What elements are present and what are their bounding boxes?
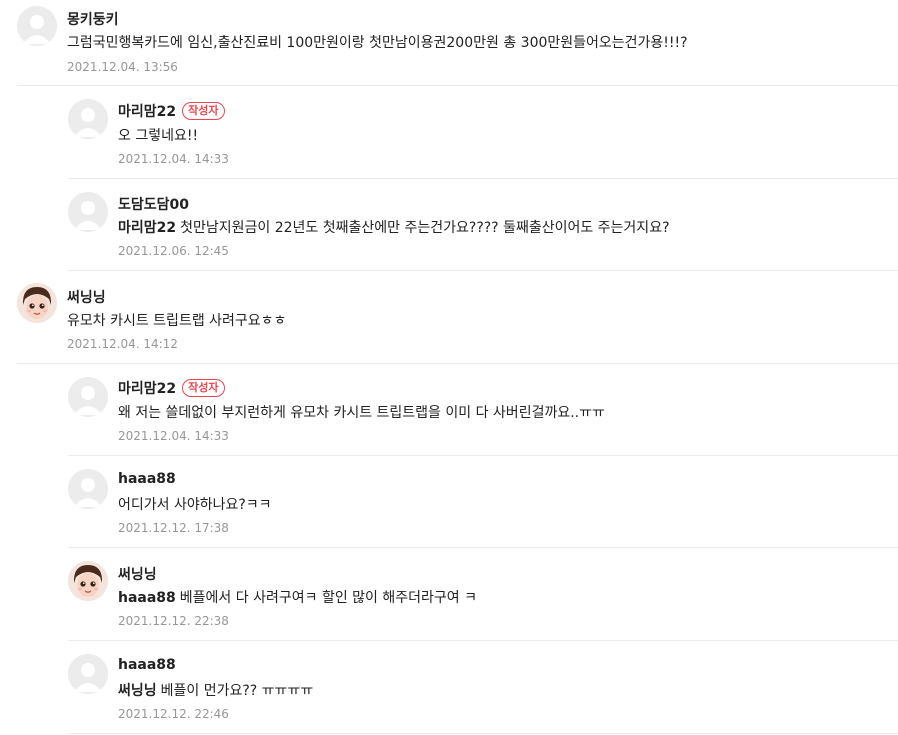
- mention[interactable]: haaa88: [118, 590, 176, 606]
- avatar[interactable]: [17, 283, 57, 323]
- comment-text: 왜 저는 쓸데없이 부지런하게 유모차 카시트 트립트랩을 이미 다 사버린걸까…: [118, 405, 605, 421]
- comment-author[interactable]: 몽키둥키: [67, 9, 119, 29]
- avatar[interactable]: [68, 377, 108, 417]
- author-badge: 작성자: [182, 379, 225, 397]
- avatar[interactable]: [68, 654, 108, 694]
- author-badge: 작성자: [182, 102, 225, 120]
- comment-text: 오 그렇네요!!: [118, 128, 199, 144]
- default-avatar-icon: [68, 654, 108, 694]
- comment-text: 어디가서 사야하나요?ㅋㅋ: [118, 497, 272, 513]
- default-avatar-icon: [68, 377, 108, 417]
- default-avatar-icon: [68, 192, 108, 232]
- divider: [68, 640, 898, 641]
- comment-author[interactable]: 마리맘22 작성자: [118, 378, 225, 398]
- default-avatar-icon: [17, 6, 57, 46]
- comment-author[interactable]: 도담도담00: [118, 194, 189, 214]
- avatar[interactable]: [68, 561, 108, 601]
- comment-text: haaa88 베플에서 다 사려구여ㅋ 할인 많이 해주더라구여 ㅋ: [118, 590, 477, 606]
- comment-date: 2021.12.12. 22:46: [118, 707, 229, 721]
- profile-photo-icon: [17, 283, 57, 323]
- comment-date: 2021.12.12. 22:38: [118, 614, 229, 628]
- comment-text: 마리맘22 첫만남지원금이 22년도 첫째출산에만 주는건가요???? 둘째출산이…: [118, 220, 670, 236]
- comment-date: 2021.12.04. 13:56: [67, 60, 178, 74]
- divider: [17, 363, 898, 364]
- default-avatar-icon: [68, 469, 108, 509]
- avatar[interactable]: [68, 99, 108, 139]
- comment-author[interactable]: 마리맘22 작성자: [118, 101, 225, 121]
- divider: [17, 85, 898, 86]
- comment-author[interactable]: haaa88: [118, 471, 176, 487]
- avatar[interactable]: [68, 469, 108, 509]
- avatar[interactable]: [17, 6, 57, 46]
- default-avatar-icon: [68, 99, 108, 139]
- comment-date: 2021.12.04. 14:33: [118, 152, 229, 166]
- divider: [68, 455, 898, 456]
- comment-text: 그럼국민행복카드에 임신,출산진료비 100만원이랑 첫만남이용권200만원 총…: [67, 35, 688, 51]
- mention[interactable]: 써닝닝: [118, 683, 157, 699]
- comment-date: 2021.12.12. 17:38: [118, 521, 229, 535]
- divider: [68, 270, 898, 271]
- comment-date: 2021.12.04. 14:12: [67, 337, 178, 351]
- comment-author[interactable]: 써닝닝: [67, 287, 106, 307]
- comment-text: 써닝닝 베플이 먼가요?? ㅠㅠㅠㅠ: [118, 683, 314, 699]
- divider: [68, 547, 898, 548]
- comment-author[interactable]: haaa88: [118, 657, 176, 673]
- comment-date: 2021.12.06. 12:45: [118, 244, 229, 258]
- comment-date: 2021.12.04. 14:33: [118, 429, 229, 443]
- comment-author[interactable]: 써닝닝: [118, 564, 157, 584]
- avatar[interactable]: [68, 192, 108, 232]
- profile-photo-icon: [68, 561, 108, 601]
- comment-text: 유모차 카시트 트립트랩 사려구요ㅎㅎ: [67, 313, 287, 329]
- divider: [68, 178, 898, 179]
- divider: [68, 733, 898, 734]
- mention[interactable]: 마리맘22: [118, 220, 176, 236]
